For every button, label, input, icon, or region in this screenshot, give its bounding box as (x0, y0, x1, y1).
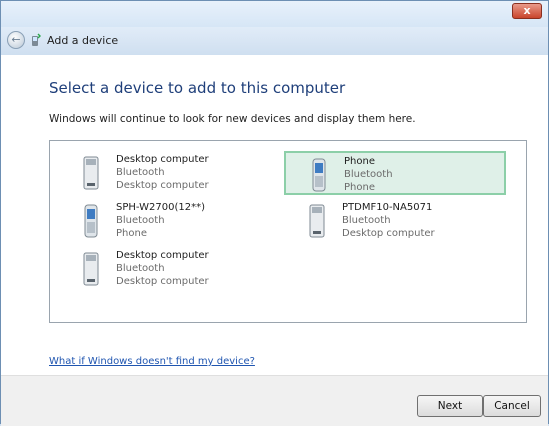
desktop-computer-icon (83, 252, 99, 286)
next-button[interactable]: Next (417, 395, 483, 417)
dialog-header: ← Add a device (1, 27, 548, 55)
device-protocol: Bluetooth (116, 167, 165, 178)
back-button[interactable]: ← (7, 31, 25, 49)
phone-icon (84, 204, 98, 238)
header-title: Add a device (47, 34, 119, 47)
device-type: Desktop computer (116, 180, 209, 191)
device-protocol: Bluetooth (344, 169, 393, 180)
phone-icon (312, 158, 326, 192)
device-item[interactable]: SPH-W2700(12**) Bluetooth Phone (58, 199, 280, 243)
device-type: Phone (344, 182, 375, 193)
device-list: Desktop computer Bluetooth Desktop compu… (49, 140, 527, 323)
device-name: SPH-W2700(12**) (116, 202, 205, 213)
title-bar: x (1, 1, 548, 27)
device-protocol: Bluetooth (116, 263, 165, 274)
page-title: Select a device to add to this computer (49, 79, 346, 97)
device-name: Desktop computer (116, 154, 209, 165)
device-type: Desktop computer (116, 276, 209, 287)
bluetooth-device-icon (32, 33, 41, 46)
instruction-text: Windows will continue to look for new de… (49, 113, 416, 125)
device-item[interactable]: PTDMF10-NA5071 Bluetooth Desktop compute… (284, 199, 506, 243)
dialog-content: Select a device to add to this computer … (1, 55, 548, 375)
device-protocol: Bluetooth (342, 215, 391, 226)
device-name: Phone (344, 156, 375, 167)
help-link[interactable]: What if Windows doesn't find my device? (49, 356, 255, 367)
desktop-computer-icon (83, 156, 99, 190)
cancel-button[interactable]: Cancel (483, 395, 541, 417)
back-arrow-icon: ← (11, 33, 21, 46)
dialog-footer: Next Cancel (1, 375, 548, 426)
device-item[interactable]: Desktop computer Bluetooth Desktop compu… (58, 247, 280, 291)
device-type: Desktop computer (342, 228, 435, 239)
device-item[interactable]: Desktop computer Bluetooth Desktop compu… (58, 151, 280, 195)
add-device-dialog: x ← Add a device Select a device to add … (0, 0, 549, 426)
device-type: Phone (116, 228, 147, 239)
desktop-computer-icon (309, 204, 325, 238)
device-item-selected[interactable]: Phone Bluetooth Phone (284, 151, 506, 195)
device-protocol: Bluetooth (116, 215, 165, 226)
device-name: Desktop computer (116, 250, 209, 261)
device-name: PTDMF10-NA5071 (342, 202, 433, 213)
close-button[interactable]: x (512, 3, 542, 19)
